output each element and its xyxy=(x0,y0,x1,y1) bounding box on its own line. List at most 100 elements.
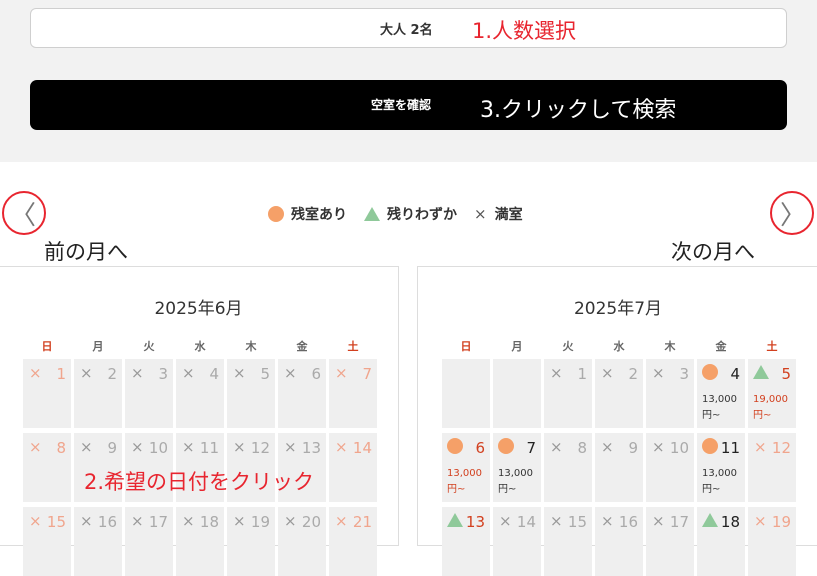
available-dot-icon xyxy=(498,438,514,454)
calendar-day-cell: × 17 xyxy=(646,507,694,576)
calendar-title: 2025年7月 xyxy=(573,299,663,319)
day-number: 6 xyxy=(311,365,321,383)
full-x-icon: × xyxy=(601,438,614,456)
few-left-triangle-icon xyxy=(753,365,769,379)
calendar-day-cell: × 10 xyxy=(646,433,694,502)
day-price: 13,000 円~ xyxy=(702,392,737,424)
full-x-icon: × xyxy=(182,364,195,382)
annotation-step2: 2.希望の日付をクリック xyxy=(84,470,315,494)
day-number: 9 xyxy=(628,439,638,457)
guest-count-label: 大人 2名 xyxy=(380,23,433,38)
day-number: 7 xyxy=(526,439,536,457)
weekday-header: 土 xyxy=(347,340,359,353)
calendar-day-cell: × 8 xyxy=(544,433,592,502)
calendar-day-cell[interactable]: 6 13,000 円~ xyxy=(442,433,490,502)
annotation-step1: 1.人数選択 xyxy=(472,19,577,43)
available-dot-icon xyxy=(268,206,284,222)
weekday-header: 月 xyxy=(92,340,104,353)
full-x-icon: × xyxy=(182,438,195,456)
day-number: 2 xyxy=(628,365,638,383)
calendar-day-cell[interactable]: 7 13,000 円~ xyxy=(493,433,541,502)
day-number: 8 xyxy=(577,439,587,457)
full-x-icon: × xyxy=(233,364,246,382)
calendar-day-cell: × 9 xyxy=(595,433,643,502)
day-number: 21 xyxy=(352,513,372,531)
annotation-prev-month: 前の月へ xyxy=(44,240,128,264)
calendar-day-cell: × 14 xyxy=(493,507,541,576)
few-left-triangle-icon xyxy=(702,513,718,527)
calendar-day-cell: × 17 xyxy=(125,507,173,576)
full-x-icon: × xyxy=(754,512,767,530)
calendar-day-cell: × 3 xyxy=(646,359,694,428)
weekday-header: 日 xyxy=(460,340,472,353)
price-unit: 円~ xyxy=(702,484,721,495)
day-number: 9 xyxy=(107,439,117,457)
weekday-header: 木 xyxy=(664,340,676,353)
full-x-icon: × xyxy=(474,205,487,223)
full-x-icon: × xyxy=(284,512,297,530)
calendar-day-cell: × 18 xyxy=(176,507,224,576)
full-x-icon: × xyxy=(233,512,246,530)
day-number: 10 xyxy=(148,439,168,457)
full-x-icon: × xyxy=(601,512,614,530)
day-number: 12 xyxy=(771,439,791,457)
price-amount: 13,000 xyxy=(498,468,533,479)
full-x-icon: × xyxy=(335,438,348,456)
day-number: 15 xyxy=(46,513,66,531)
day-number: 3 xyxy=(158,365,168,383)
price-unit: 円~ xyxy=(702,410,721,421)
weekday-header: 月 xyxy=(511,340,523,353)
full-x-icon: × xyxy=(754,438,767,456)
day-price: 13,000 円~ xyxy=(498,466,533,498)
price-amount: 13,000 xyxy=(702,468,737,479)
day-number: 13 xyxy=(301,439,321,457)
search-panel: 大人 2名 1.人数選択 空室を確認 3.クリックして検索 xyxy=(0,0,817,162)
calendar-day-cell: × 1 xyxy=(23,359,71,428)
day-number: 8 xyxy=(56,439,66,457)
calendar-title: 2025年6月 xyxy=(154,299,243,319)
day-number: 18 xyxy=(720,513,740,531)
legend-few-left: 残りわずか xyxy=(364,204,457,224)
day-number: 10 xyxy=(669,439,689,457)
legend-full: × 満室 xyxy=(474,205,523,223)
calendar-day-cell[interactable]: 4 13,000 円~ xyxy=(697,359,745,428)
price-amount: 13,000 xyxy=(702,394,737,405)
full-x-icon: × xyxy=(29,438,42,456)
full-x-icon: × xyxy=(29,364,42,382)
full-x-icon: × xyxy=(233,438,246,456)
chevron-right-icon[interactable]: 〉 xyxy=(780,195,806,232)
day-number: 5 xyxy=(260,365,270,383)
calendar-day-cell: × 3 xyxy=(125,359,173,428)
day-number: 13 xyxy=(465,513,485,531)
day-number: 18 xyxy=(199,513,219,531)
day-number: 11 xyxy=(199,439,219,457)
full-x-icon: × xyxy=(335,364,348,382)
weekday-header: 金 xyxy=(715,340,727,353)
full-x-icon: × xyxy=(80,438,93,456)
calendar-day-cell: × 2 xyxy=(74,359,122,428)
price-amount: 19,000 xyxy=(753,394,788,405)
calendar-day-cell: × 8 xyxy=(23,433,71,502)
day-number: 3 xyxy=(679,365,689,383)
calendar-day-cell[interactable]: 18 xyxy=(697,507,745,576)
full-x-icon: × xyxy=(335,512,348,530)
full-x-icon: × xyxy=(131,512,144,530)
weekday-header: 日 xyxy=(41,340,53,353)
few-left-triangle-icon xyxy=(364,207,380,221)
full-x-icon: × xyxy=(601,364,614,382)
annotation-step3: 3.クリックして検索 xyxy=(480,98,677,123)
calendar-day-cell: × 16 xyxy=(74,507,122,576)
calendar-day-cell: × 21 xyxy=(329,507,377,576)
calendar-day-cell[interactable]: 5 19,000 円~ xyxy=(748,359,796,428)
calendar-day-cell: × 16 xyxy=(595,507,643,576)
day-number: 15 xyxy=(567,513,587,531)
day-number: 11 xyxy=(720,439,740,457)
calendar-day-cell[interactable]: 11 13,000 円~ xyxy=(697,433,745,502)
weekday-header: 火 xyxy=(143,340,155,353)
full-x-icon: × xyxy=(499,512,512,530)
day-number: 6 xyxy=(475,439,485,457)
chevron-left-icon[interactable]: 〈 xyxy=(10,195,36,232)
calendar-day-cell: × 5 xyxy=(227,359,275,428)
day-number: 19 xyxy=(771,513,791,531)
calendar-day-cell[interactable]: 13 xyxy=(442,507,490,576)
